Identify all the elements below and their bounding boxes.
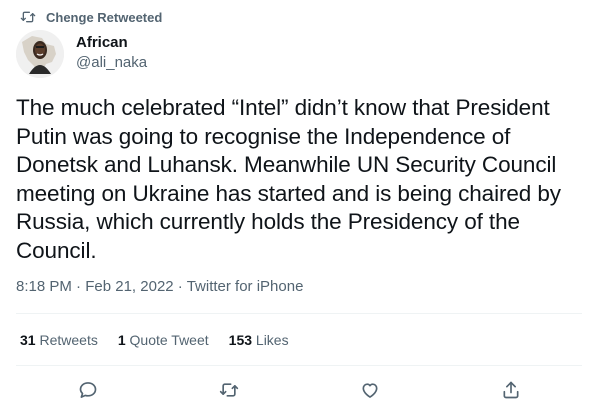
quotes-count: 1	[117, 332, 126, 348]
likes-count: 153	[228, 332, 253, 348]
likes-stat[interactable]: 153 Likes	[229, 330, 289, 350]
divider	[16, 313, 582, 314]
tweet-meta: 8:18 PM · Feb 21, 2022 · Twitter for iPh…	[16, 277, 303, 297]
reply-button[interactable]	[73, 375, 103, 405]
quotes-label: Quote Tweet	[129, 332, 209, 348]
share-icon	[503, 381, 519, 399]
like-icon	[362, 383, 378, 398]
like-button[interactable]	[355, 375, 385, 405]
divider	[16, 365, 582, 366]
tweet-time[interactable]: 8:18 PM	[16, 278, 72, 295]
avatar[interactable]	[16, 30, 64, 78]
likes-label: Likes	[255, 332, 289, 348]
tweet-actions	[0, 375, 598, 405]
share-button[interactable]	[496, 375, 526, 405]
meta-separator: ·	[76, 278, 82, 295]
tweet-stats: 31 Retweets 1 Quote Tweet 153 Likes	[20, 330, 309, 350]
retweet-context[interactable]: Chenge Retweeted	[20, 8, 162, 26]
meta-separator: ·	[177, 278, 183, 295]
retweet-button[interactable]	[214, 375, 244, 405]
author-handle[interactable]: @ali_naka	[76, 53, 147, 73]
retweeted-by-label: Chenge Retweeted	[46, 9, 163, 25]
retweets-stat[interactable]: 31 Retweets	[20, 330, 98, 350]
retweet-icon	[219, 383, 239, 397]
retweet-icon	[20, 11, 36, 23]
author-display-name[interactable]: African	[76, 33, 147, 53]
tweet-date[interactable]: Feb 21, 2022	[85, 278, 173, 295]
retweets-label: Retweets	[39, 332, 98, 348]
tweet-author[interactable]: African @ali_naka	[16, 30, 147, 78]
retweets-count: 31	[20, 332, 36, 348]
reply-icon	[79, 382, 97, 398]
quotes-stat[interactable]: 1 Quote Tweet	[118, 330, 209, 350]
avatar-image	[16, 30, 64, 78]
tweet-source[interactable]: Twitter for iPhone	[187, 278, 304, 295]
tweet-text: The much celebrated “Intel” didn’t know …	[16, 95, 561, 263]
